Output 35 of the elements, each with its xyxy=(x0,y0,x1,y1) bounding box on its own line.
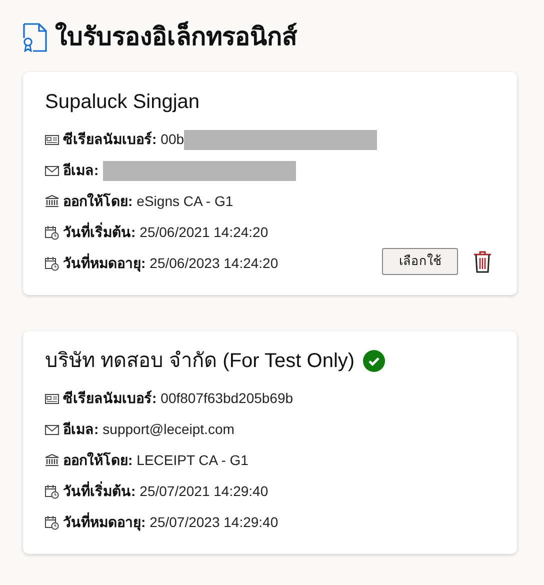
field-value: 25/07/2021 14:29:40 xyxy=(140,482,268,501)
field-value: 00b xyxy=(160,130,184,149)
delete-icon[interactable] xyxy=(474,250,491,273)
field-value: 25/06/2023 14:24:20 xyxy=(150,254,278,273)
calendar-clock-icon xyxy=(45,484,59,498)
mail-icon xyxy=(45,424,59,436)
calendar-clock-icon xyxy=(45,226,59,240)
page-title: ใบรับรองอิเล็กทรอนิกส์ xyxy=(55,22,297,52)
field-value: LECEIPT CA - G1 xyxy=(136,451,248,470)
field-value: eSigns CA - G1 xyxy=(136,192,234,211)
calendar-clock-icon xyxy=(45,516,59,530)
field-label: วันที่หมดอายุ: xyxy=(63,512,146,533)
certificate-icon xyxy=(23,22,47,52)
field-label: ออกให้โดย: xyxy=(63,451,133,470)
field-value: 25/06/2021 14:24:20 xyxy=(140,223,268,242)
field-value: support@leceipt.com xyxy=(102,420,234,439)
mail-icon xyxy=(45,164,59,176)
field-label: วันที่หมดอายุ: xyxy=(63,253,146,274)
field-label: ซีเรียลนัมเบอร์: xyxy=(63,130,157,149)
field-label: วันที่เริ่มต้น: xyxy=(63,481,136,501)
field-value: 00f807f63bd205b69b xyxy=(160,389,294,408)
bank-icon xyxy=(45,454,59,467)
field-label: วันที่เริ่มต้น: xyxy=(63,222,136,242)
field-value: 25/07/2023 14:29:40 xyxy=(150,513,278,532)
select-button[interactable]: เลือกใช้ xyxy=(382,248,458,275)
calendar-clock-icon xyxy=(45,256,59,270)
certificate-name: Supaluck Singjan xyxy=(45,90,200,114)
field-label: ออกให้โดย: xyxy=(63,192,133,211)
certificate-name: บริษัท ทดสอบ จำกัด (For Test Only) xyxy=(45,349,355,373)
field-label: ซีเรียลนัมเบอร์: xyxy=(63,389,157,408)
field-label: อีเมล: xyxy=(63,161,99,180)
field-label: อีเมล: xyxy=(63,420,99,439)
id-card-icon xyxy=(45,392,59,404)
bank-icon xyxy=(45,195,59,208)
id-card-icon xyxy=(45,134,59,146)
